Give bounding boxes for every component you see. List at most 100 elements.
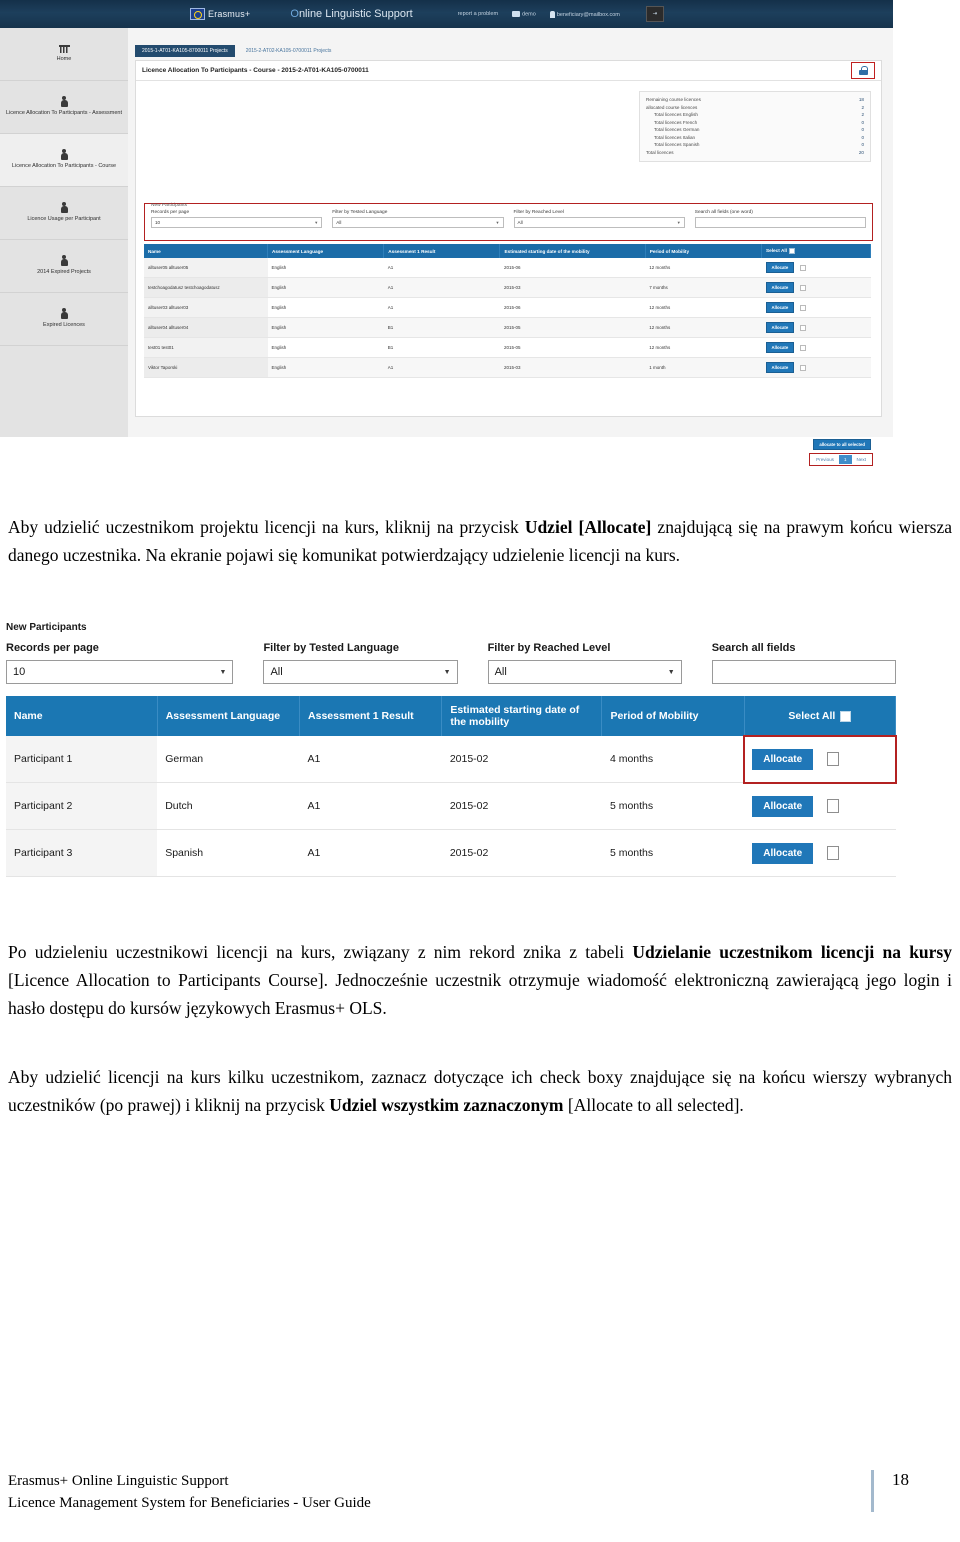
cell-name: Participant 3 [6,829,158,877]
table-row: Viktor Taporski English A1 2015-03 1 mon… [144,357,871,378]
pagination-page-1[interactable]: 1 [838,455,852,464]
allocate-button[interactable]: Allocate [765,342,795,353]
summary-row: Total licences French 0 [646,119,864,127]
table-row: alltuser05 alltuser05 English A1 2015-06… [144,258,871,278]
footer-line-2: Licence Management System for Beneficiar… [8,1495,371,1511]
records-per-page-select[interactable]: 10 ▼ [6,660,234,684]
lock-button-highlight[interactable] [851,62,875,79]
select-all-checkbox[interactable] [840,710,852,722]
reached-level-label: Filter by Reached Level [513,210,564,215]
eu-flag-icon [190,8,205,20]
cell-period: 4 months [601,736,745,783]
sidebar-item-home[interactable]: Home [0,28,128,81]
cell-result: A1 [299,829,442,877]
row-checkbox[interactable] [800,284,807,291]
pagination: Previous 1 Next [809,453,873,466]
allocate-to-all-selected-button[interactable]: allocate to all selected [813,439,871,450]
cell-result: B1 [383,317,500,338]
reached-level-value: All [517,220,523,225]
paragraph-2-part-2: [Licence Allocation to Participants Cour… [8,970,952,1018]
records-per-page-select[interactable]: 10 ▼ [151,217,323,228]
row-checkbox[interactable] [800,304,807,311]
col-period: Period of Mobility [645,244,763,258]
pagination-previous[interactable]: Previous [811,455,839,464]
sidebar-item-allocation-assessment[interactable]: Licence Allocation To Participants - Ass… [0,81,128,134]
records-per-page-group: Records per page 10 ▼ [151,210,323,228]
tested-language-group: Filter by Tested Language All ▼ [263,642,458,684]
allocate-button[interactable]: Allocate [765,302,795,313]
tab-project-2[interactable]: 2015-2-AT02-KA105-0700011 Projects [239,45,339,57]
filters-row: Records per page 10 ▼ Filter by Tested L… [6,642,897,684]
summary-label: allocated course licences [646,104,698,110]
sidebar-item-licence-usage[interactable]: Licence Usage per Participant [0,187,128,240]
cell-language: English [267,297,384,318]
row-checkbox[interactable] [800,264,807,271]
col-select-all[interactable]: Select All [744,696,897,736]
row-checkbox[interactable] [800,364,807,371]
search-group: Search all fields [711,642,897,684]
select-all-label: Select All [766,248,787,254]
chevron-down-icon: ▼ [219,668,227,676]
sidebar-item-label: 2014 Expired Projects [37,269,91,276]
cell-language: English [267,317,384,338]
cell-name: alltuser04 alltuser04 [144,317,268,338]
cell-actions: Allocate [743,735,897,784]
col-assessment-result: Assessment 1 Result [383,244,501,258]
pagination-next[interactable]: Next [852,455,871,464]
nav-demo[interactable]: demo [512,10,536,17]
row-checkbox[interactable] [827,845,840,860]
tab-project-1[interactable]: 2015-1-AT01-KA105-8700011 Projects [135,45,235,57]
search-input[interactable] [694,217,866,228]
summary-label: Total licences German [654,127,700,133]
nav-account-label: beneficiary@mailbox.com [556,11,620,18]
footer-text: Erasmus+ Online Linguistic Support Licen… [8,1470,371,1514]
allocate-button[interactable]: Allocate [752,795,814,817]
summary-value: 0 [861,142,864,148]
person-icon [60,202,68,214]
paragraph-3-bold-1: Udziel wszystkim zaznaczonym [329,1095,564,1115]
table-row: Participant 1 German A1 2015-02 4 months… [6,735,897,784]
page-footer: Erasmus+ Online Linguistic Support Licen… [8,1470,952,1514]
tested-language-select[interactable]: All ▼ [332,217,504,228]
reached-level-select[interactable]: All ▼ [513,217,685,228]
reached-level-group: Filter by Reached Level All ▼ [487,642,682,684]
cell-period: 12 months [645,297,762,318]
app-screenshot-overview: Erasmus+ Online Linguistic Support repor… [0,0,893,466]
tested-language-select[interactable]: All ▼ [263,660,458,684]
cell-period: 12 months [645,317,762,338]
summary-value: 0 [861,127,864,133]
reached-level-select[interactable]: All ▼ [487,660,682,684]
row-checkbox[interactable] [800,324,807,331]
logout-icon[interactable]: ⇥ [645,6,664,22]
app-title: Online Linguistic Support [290,8,412,20]
row-checkbox[interactable] [800,344,807,351]
row-checkbox[interactable] [827,798,840,813]
col-name: Name [6,696,158,736]
sidebar-item-allocation-course[interactable]: Licence Allocation To Participants - Cou… [0,134,128,187]
summary-value: 20 [858,150,864,156]
cell-result: A1 [383,297,500,318]
summary-row: Total licences German 0 [646,126,864,134]
sidebar-item-expired-licences[interactable]: Expired Licences [0,293,128,346]
select-all-checkbox[interactable] [788,248,795,254]
search-input[interactable] [711,660,897,684]
lock-icon [858,66,868,75]
allocate-button[interactable]: Allocate [752,842,814,864]
sidebar-item-expired-projects[interactable]: 2014 Expired Projects [0,240,128,293]
allocate-button[interactable]: Allocate [765,262,795,273]
nav-report-problem[interactable]: report a problem [458,11,498,17]
table-header-row: Name Assessment Language Assessment 1 Re… [144,244,871,258]
row-checkbox[interactable] [827,751,840,766]
cell-name: test01 test01 [144,337,268,358]
cell-date: 2015-03 [499,277,646,298]
paragraph-2-bold-1: Udzielanie uczestnikom licencji na kursy [632,942,952,962]
allocate-button[interactable]: Allocate [752,748,814,770]
nav-account[interactable]: beneficiary@mailbox.com [549,10,620,18]
col-name: Name [144,244,268,258]
allocate-button[interactable]: Allocate [765,362,795,373]
col-select-all[interactable]: Select All [761,244,871,258]
allocate-button[interactable]: Allocate [765,282,795,293]
cell-language: English [267,357,384,378]
allocate-button[interactable]: Allocate [765,322,795,333]
paragraph-2-part-1: Po udzieleniu uczestnikowi licencji na k… [8,942,633,962]
